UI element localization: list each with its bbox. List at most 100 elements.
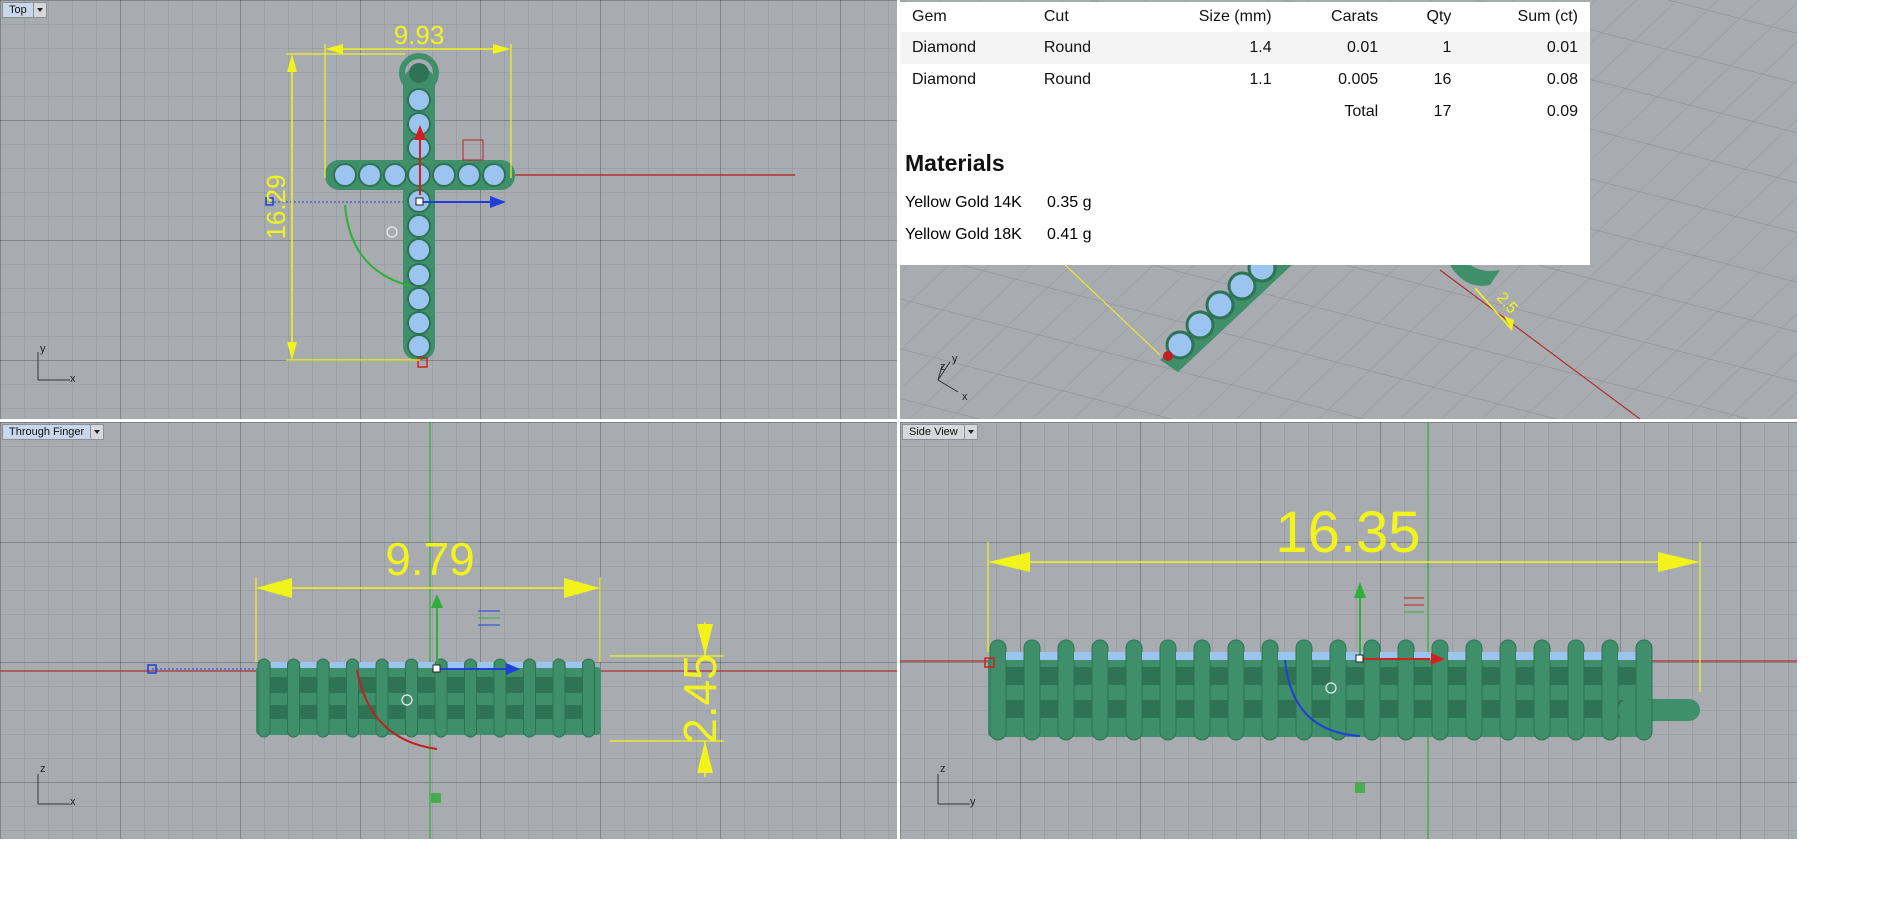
viewport-label-side[interactable]: Side View — [902, 424, 978, 440]
side-view-scene[interactable]: 16.35 — [900, 422, 1797, 839]
gem-stone — [536, 662, 553, 668]
prong — [989, 639, 1007, 741]
gem-stone — [1210, 652, 1228, 660]
gem-stone — [407, 334, 431, 358]
dim-length-label: 16.35 — [1275, 500, 1420, 565]
material-name: Yellow Gold 18K — [905, 226, 1022, 243]
cell-size: 1.1 — [1249, 71, 1272, 88]
gallery-band[interactable] — [256, 667, 601, 735]
table-row: Diamond Round 1.1 0.005 16 0.08 — [900, 64, 1590, 96]
axis-label-x: x — [962, 391, 968, 403]
gem-stone — [1142, 652, 1160, 660]
front-view-scene[interactable]: 9.79 2.45 — [0, 422, 897, 839]
gem-stone — [383, 163, 407, 187]
gem-stone — [1185, 310, 1215, 340]
gem-table: Gem Cut Size (mm) Carats Qty Sum (ct) Di… — [900, 2, 1590, 128]
dim-height-label: 16.29 — [261, 174, 291, 239]
gem-stone — [1618, 652, 1636, 660]
prong — [493, 658, 507, 738]
dim-width-label: 9.79 — [385, 533, 475, 585]
chevron-down-icon[interactable] — [33, 2, 47, 18]
chevron-down-icon[interactable] — [964, 424, 978, 440]
materials-list: Yellow Gold 14K 0.35 g Yellow Gold 18K 0… — [900, 187, 1590, 251]
axis-label-x: x — [70, 373, 76, 385]
cell-cut: Round — [1043, 71, 1092, 88]
gem-stone — [1584, 652, 1602, 660]
gem-stone — [1482, 652, 1500, 660]
material-weight: 0.41 g — [1047, 226, 1092, 243]
axis-label-y: y — [970, 796, 976, 808]
gem-stone — [1550, 652, 1568, 660]
gem-stone — [389, 662, 405, 668]
gem-stone — [1006, 652, 1024, 660]
material-name: Yellow Gold 14K — [905, 194, 1022, 211]
header-carats: Carats — [1331, 8, 1379, 25]
viewport-label-top[interactable]: Top — [2, 2, 47, 18]
gem-stone — [407, 88, 431, 112]
viewport-label-through-finger[interactable]: Through Finger — [2, 424, 105, 440]
total-row: Total 17 0.09 — [900, 96, 1590, 128]
gem-stone — [432, 163, 456, 187]
gem-stone — [1312, 652, 1330, 660]
viewport-through-finger[interactable]: 9.79 2.45 Through Finger z x — [0, 422, 897, 839]
gumball-arc — [344, 204, 411, 287]
cell-sum: 0.01 — [1463, 32, 1590, 64]
prong — [316, 658, 330, 738]
gem-stone — [566, 662, 582, 668]
gem-stone — [271, 662, 287, 668]
cell-gem: Diamond — [912, 71, 977, 88]
viewport-top[interactable]: 9.93 16.29 Top y x — [0, 0, 897, 419]
dim-width-label: 9.93 — [394, 20, 445, 50]
gumball-center — [415, 197, 424, 206]
origin-marker — [1163, 351, 1173, 361]
gem-stone — [359, 662, 376, 668]
gem-stone — [457, 163, 481, 187]
top-view-scene[interactable]: 9.93 16.29 — [0, 0, 897, 419]
prong — [1295, 639, 1313, 741]
axis-label-y: y — [40, 343, 46, 355]
gem-table-header: Gem Cut Size (mm) Carats Qty Sum (ct) — [900, 2, 1590, 32]
prong — [552, 658, 566, 738]
prong — [257, 658, 271, 738]
bail-loop — [1618, 699, 1700, 721]
prong — [582, 658, 595, 738]
header-size: Size (mm) — [1198, 8, 1272, 25]
gem-stone — [1074, 652, 1092, 660]
gem-stone — [1448, 652, 1466, 660]
gem-stone — [448, 662, 464, 668]
gem-stone — [1516, 652, 1534, 660]
header-cut: Cut — [1043, 8, 1069, 25]
prong — [1533, 639, 1551, 741]
materials-title: Materials — [905, 150, 1005, 176]
table-row: Diamond Round 1.4 0.01 1 0.01 — [900, 32, 1590, 64]
prong — [1159, 639, 1177, 741]
prong — [1397, 639, 1415, 741]
gem-stone — [1040, 652, 1058, 660]
total-label: Total — [1344, 103, 1379, 120]
gem-stone — [482, 163, 506, 187]
prong — [464, 658, 477, 738]
gem-stone — [418, 662, 435, 668]
total-sum: 0.09 — [1546, 103, 1578, 120]
prong — [1601, 639, 1619, 741]
axis-label-x: x — [70, 796, 76, 808]
gem-stone — [477, 662, 494, 668]
axis-label-z: z — [940, 763, 946, 775]
prong — [1193, 639, 1211, 741]
prong — [287, 658, 300, 738]
cell-gem: Diamond — [900, 32, 1032, 64]
material-weight: 0.35 g — [1047, 194, 1092, 211]
prong — [1465, 639, 1483, 741]
dim-height-label: 2.45 — [674, 654, 726, 744]
viewport-side[interactable]: 16.35 Side View z y — [900, 422, 1797, 839]
header-sum: Sum (ct) — [1517, 8, 1578, 25]
prong — [1227, 639, 1245, 741]
cell-carats: 0.01 — [1283, 32, 1391, 64]
chevron-down-icon[interactable] — [91, 424, 105, 440]
cell-cut: Round — [1031, 32, 1139, 64]
gem-stone — [333, 163, 357, 187]
prong — [1363, 639, 1381, 741]
gem-stone — [407, 287, 431, 311]
prong — [523, 658, 536, 738]
prong — [1329, 639, 1347, 741]
